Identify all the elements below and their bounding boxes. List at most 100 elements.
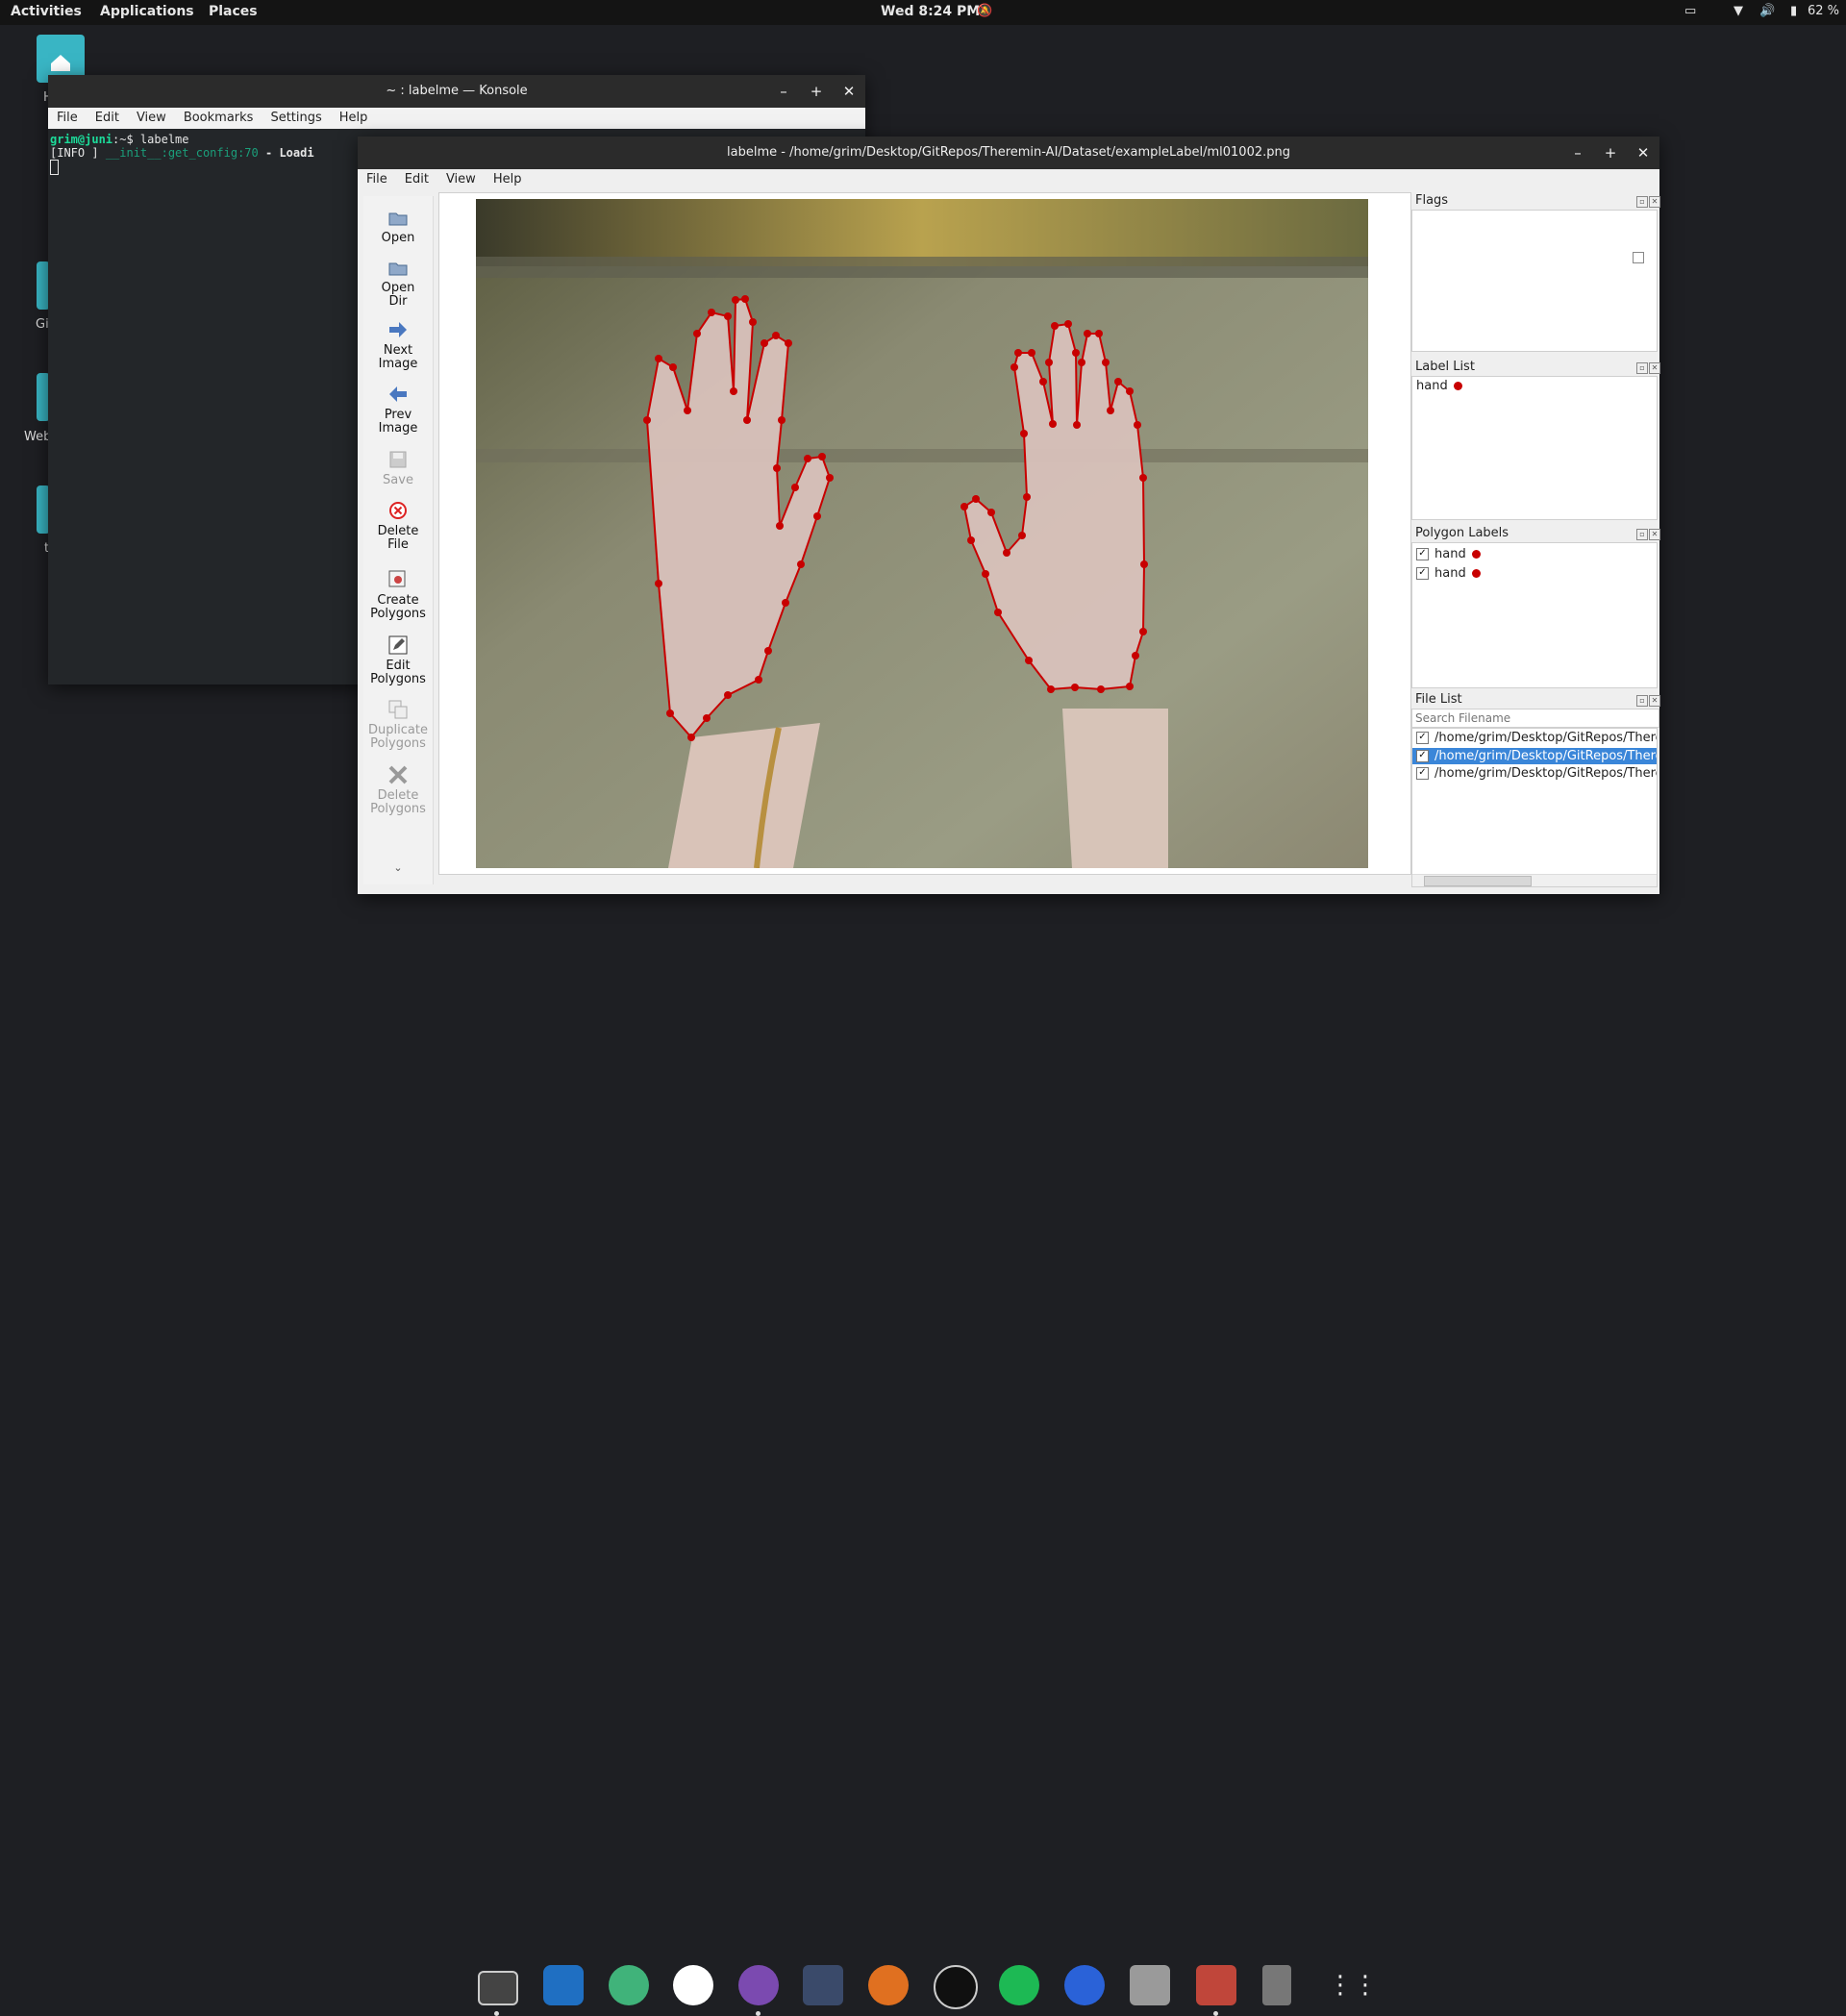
github-desktop-icon[interactable]: [738, 1965, 779, 2005]
prev-image-button[interactable]: Prev Image: [363, 383, 433, 436]
polygon-vertex[interactable]: [1126, 683, 1134, 690]
polygon-labels-list[interactable]: ✓ hand ✓ hand: [1411, 542, 1658, 688]
app-store-icon[interactable]: [673, 1965, 713, 2005]
open-dir-button[interactable]: Open Dir: [363, 256, 433, 309]
polygon-vertex[interactable]: [1126, 387, 1134, 395]
polygon-vertex[interactable]: [1051, 322, 1059, 330]
polygon-vertex[interactable]: [772, 332, 780, 339]
polygon-vertex[interactable]: [1014, 349, 1022, 357]
trash-icon[interactable]: [1262, 1965, 1291, 2005]
polygon-vertex[interactable]: [703, 714, 711, 722]
wifi-icon[interactable]: ▼: [1734, 4, 1743, 18]
polygon-vertex[interactable]: [684, 407, 691, 414]
file-list-item[interactable]: ✓ /home/grim/Desktop/GitRepos/Theremin-AI…: [1412, 729, 1657, 748]
close-dock-icon[interactable]: ✕: [1649, 529, 1660, 540]
menu-help[interactable]: Help: [331, 108, 377, 125]
polygon-vertex[interactable]: [1010, 363, 1018, 371]
polygon-vertex[interactable]: [1045, 359, 1053, 366]
kdenlive-app-icon[interactable]: [803, 1965, 843, 2005]
terminal-app-icon[interactable]: [478, 1971, 518, 2005]
polygon-vertex[interactable]: [1114, 378, 1122, 386]
float-dock-icon[interactable]: ▫: [1636, 196, 1648, 208]
menu-view[interactable]: View: [437, 169, 485, 187]
list-item[interactable]: hand: [1412, 377, 1657, 396]
polygon-vertex[interactable]: [1097, 685, 1105, 693]
label-list[interactable]: hand: [1411, 376, 1658, 520]
battery-icon[interactable]: ▮: [1790, 4, 1797, 18]
polygon-vertex[interactable]: [1003, 549, 1010, 557]
polygon-vertex[interactable]: [1107, 407, 1114, 414]
polygon-vertex[interactable]: [724, 691, 732, 699]
polygon-vertex[interactable]: [755, 676, 762, 684]
polygon-vertex[interactable]: [804, 455, 811, 462]
file-checkbox[interactable]: ✓: [1416, 750, 1429, 762]
polygon-vertex[interactable]: [687, 734, 695, 741]
polygon-vertex[interactable]: [1132, 652, 1139, 660]
polygon-vertex[interactable]: [987, 509, 995, 516]
file-checkbox[interactable]: ✓: [1416, 767, 1429, 780]
polygon-vertex[interactable]: [818, 453, 826, 460]
float-dock-icon[interactable]: ▫: [1636, 695, 1648, 707]
delete-file-button[interactable]: Delete File: [363, 499, 433, 552]
list-item[interactable]: ✓ hand: [1412, 564, 1657, 584]
maximize-icon[interactable]: +: [1594, 137, 1627, 169]
polygon-vertex[interactable]: [1039, 378, 1047, 386]
polygon-vertex[interactable]: [655, 355, 662, 362]
close-dock-icon[interactable]: ✕: [1649, 196, 1660, 208]
polygon-vertex[interactable]: [1025, 657, 1033, 664]
show-apps-icon[interactable]: ⋮⋮: [1328, 1965, 1378, 2005]
search-filename-input[interactable]: [1411, 709, 1659, 728]
menu-file[interactable]: File: [358, 169, 396, 187]
maximize-icon[interactable]: +: [800, 75, 833, 108]
file-checkbox[interactable]: ✓: [1416, 732, 1429, 744]
annotated-image[interactable]: [476, 199, 1368, 868]
minimize-icon[interactable]: –: [1561, 137, 1594, 169]
delete-polygons-button[interactable]: Delete Polygons: [363, 763, 433, 816]
polygon-vertex[interactable]: [743, 416, 751, 424]
close-icon[interactable]: ✕: [1627, 137, 1659, 169]
flags-list[interactable]: [1411, 210, 1658, 352]
polygon-vertex[interactable]: [761, 339, 768, 347]
image-canvas[interactable]: [438, 192, 1411, 875]
polygon-vertex[interactable]: [960, 503, 968, 510]
atom-app-icon[interactable]: [609, 1965, 649, 2005]
polygon-vertex[interactable]: [1020, 430, 1028, 437]
polygon-vertex[interactable]: [724, 312, 732, 320]
polygon-vertex[interactable]: [732, 296, 739, 304]
file-list-item[interactable]: ✓ /home/grim/Desktop/GitRepos/Theremin-AI…: [1412, 764, 1657, 784]
blender-app-icon[interactable]: [868, 1965, 909, 2005]
polygon-vertex[interactable]: [764, 647, 772, 655]
polygon-vertex[interactable]: [1018, 532, 1026, 539]
applications-menu[interactable]: Applications: [100, 4, 194, 19]
activities-button[interactable]: Activities: [11, 4, 82, 19]
polygon-vertex[interactable]: [776, 522, 784, 530]
polygon-vertex[interactable]: [1139, 474, 1147, 482]
polygon-vertex[interactable]: [773, 464, 781, 472]
polygon-vertex[interactable]: [791, 484, 799, 491]
clock[interactable]: Wed 8:24 PM: [881, 4, 980, 19]
polygon-vertex[interactable]: [813, 512, 821, 520]
polygon-vertex[interactable]: [1140, 560, 1148, 568]
toolbar-extension-icon[interactable]: ⌄: [363, 861, 433, 875]
polygon-vertex[interactable]: [741, 295, 749, 303]
visibility-checkbox[interactable]: ✓: [1416, 548, 1429, 560]
polygon-vertex[interactable]: [730, 387, 737, 395]
polygon-vertex[interactable]: [1102, 359, 1110, 366]
polygon-vertex[interactable]: [982, 570, 989, 578]
polygon-vertex[interactable]: [1064, 320, 1072, 328]
polygon-vertex[interactable]: [785, 339, 792, 347]
polygon-vertex[interactable]: [666, 709, 674, 717]
polygon-vertex[interactable]: [1028, 349, 1035, 357]
polygon-vertex[interactable]: [826, 474, 834, 482]
file-list-item-selected[interactable]: ✓ /home/grim/Desktop/GitRepos/Theremin-AI…: [1412, 748, 1657, 764]
polygon-vertex[interactable]: [1071, 684, 1079, 691]
float-dock-icon[interactable]: ▫: [1636, 529, 1648, 540]
menu-edit[interactable]: Edit: [396, 169, 437, 187]
menu-bookmarks[interactable]: Bookmarks: [175, 108, 262, 125]
open-button[interactable]: Open: [363, 206, 433, 245]
polygon-vertex[interactable]: [1078, 359, 1085, 366]
close-icon[interactable]: ✕: [833, 75, 865, 108]
polygon-vertex[interactable]: [778, 416, 786, 424]
polygon-vertex[interactable]: [1072, 349, 1080, 357]
polygon-vertex[interactable]: [655, 580, 662, 587]
